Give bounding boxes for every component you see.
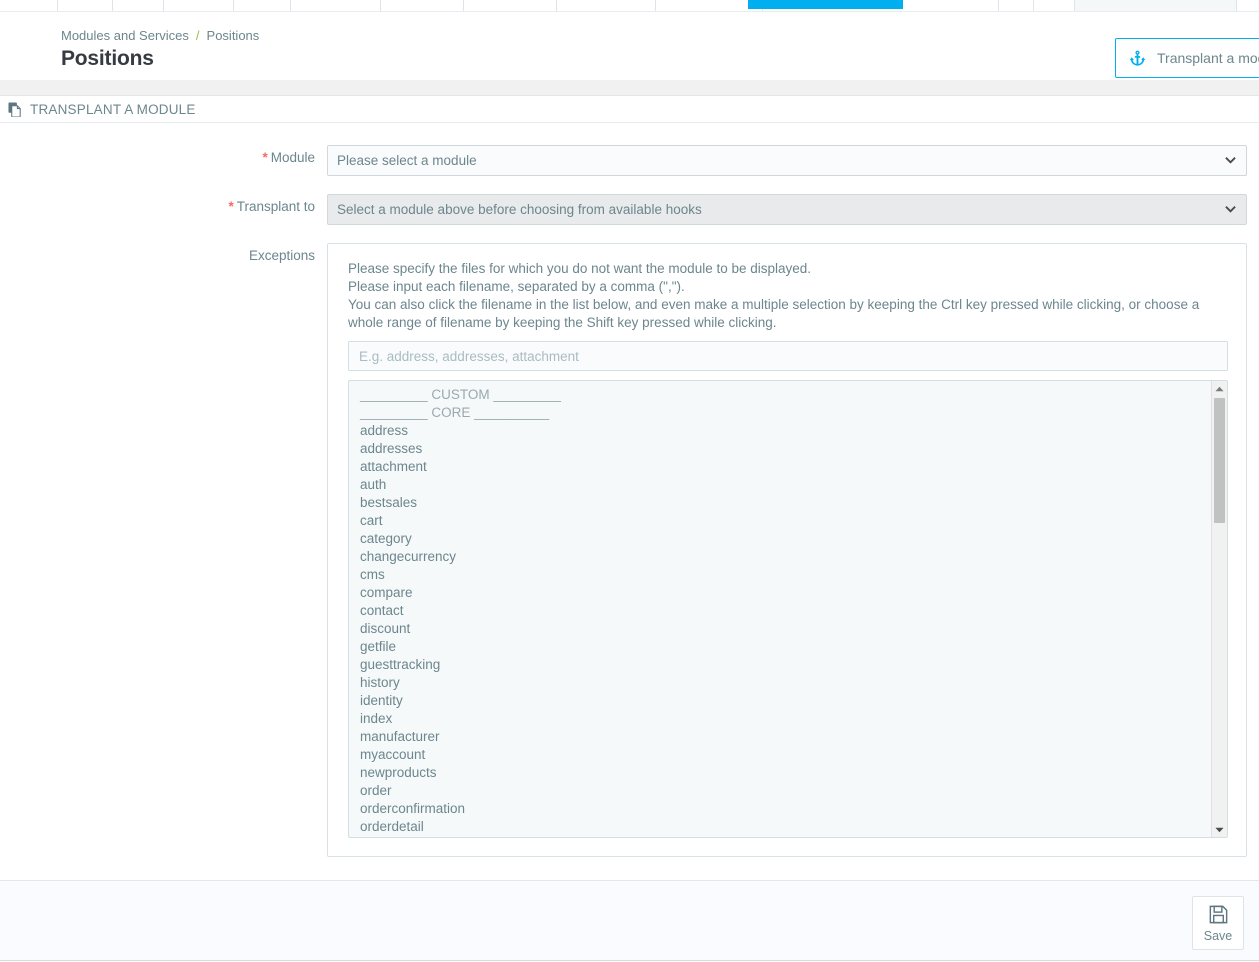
listbox-item[interactable]: newproducts — [360, 764, 1211, 782]
transplant-to-select[interactable]: Select a module above before choosing fr… — [327, 194, 1247, 225]
nav-divider — [233, 0, 234, 11]
listbox-item[interactable]: address — [360, 422, 1211, 440]
listbox-item[interactable]: cms — [360, 566, 1211, 584]
required-marker: * — [228, 199, 234, 214]
exceptions-description-line-1: Please specify the files for which you d… — [348, 261, 812, 276]
panel-header: TRANSPLANT A MODULE — [0, 96, 1259, 123]
transplant-button-label: Transplant a module — [1157, 50, 1259, 66]
transplant-to-label-text: Transplant to — [236, 199, 315, 214]
form-row-transplant-to: * Transplant to Select a module above bef… — [12, 194, 1247, 225]
panel-footer: Save — [0, 880, 1259, 961]
breadcrumb-parent-link[interactable]: Modules and Services — [61, 28, 189, 43]
listbox-item[interactable]: orderdetail — [360, 818, 1211, 836]
page-title: Positions — [61, 47, 154, 70]
listbox-item[interactable]: _________ CUSTOM _________ — [360, 386, 1211, 404]
listbox-item[interactable]: discount — [360, 620, 1211, 638]
transplant-a-module-button[interactable]: Transplant a module — [1115, 38, 1259, 78]
listbox-item[interactable]: order — [360, 782, 1211, 800]
exceptions-listbox[interactable]: _________ CUSTOM _________ _________ CORE… — [349, 381, 1211, 837]
panel-body: * Module Please select a module * Transp… — [0, 123, 1259, 883]
module-select[interactable]: Please select a module — [327, 145, 1247, 176]
exceptions-input[interactable] — [348, 341, 1228, 371]
nav-search-prefix[interactable] — [1033, 0, 1075, 11]
form-row-module: * Module Please select a module — [12, 145, 1247, 176]
listbox-item[interactable]: guesttracking — [360, 656, 1211, 674]
nav-divider — [57, 0, 58, 11]
listbox-item[interactable]: history — [360, 674, 1211, 692]
nav-active-tab-indicator[interactable] — [748, 0, 903, 9]
listbox-item[interactable]: orderfollow — [360, 836, 1211, 837]
listbox-item[interactable]: contact — [360, 602, 1211, 620]
listbox-item[interactable]: addresses — [360, 440, 1211, 458]
content-gap-band — [0, 80, 1259, 96]
transplant-to-field: Select a module above before choosing fr… — [327, 194, 1247, 225]
listbox-item[interactable]: _________ CORE __________ — [360, 404, 1211, 422]
scrollbar-thumb[interactable] — [1214, 398, 1225, 523]
exceptions-description-line-3: You can also click the filename in the l… — [348, 297, 1200, 330]
listbox-item[interactable]: identity — [360, 692, 1211, 710]
listbox-item[interactable]: auth — [360, 476, 1211, 494]
listbox-item[interactable]: bestsales — [360, 494, 1211, 512]
nav-divider — [380, 0, 381, 11]
listbox-item[interactable]: cart — [360, 512, 1211, 530]
breadcrumb: Modules and Services / Positions — [61, 28, 259, 43]
transplant-module-panel: TRANSPLANT A MODULE * Module Please selec… — [0, 96, 1259, 884]
save-button-label: Save — [1203, 929, 1233, 943]
listbox-item[interactable]: changecurrency — [360, 548, 1211, 566]
save-button[interactable]: Save — [1192, 896, 1244, 950]
nav-search-input[interactable] — [1074, 0, 1237, 11]
scroll-up-arrow-icon[interactable] — [1212, 381, 1227, 396]
anchor-icon — [1128, 49, 1147, 68]
exceptions-label: Exceptions — [248, 248, 315, 263]
nav-divider — [163, 0, 164, 11]
listbox-item[interactable]: compare — [360, 584, 1211, 602]
top-navigation-bar[interactable] — [0, 0, 1259, 12]
listbox-item[interactable]: category — [360, 530, 1211, 548]
listbox-item[interactable]: getfile — [360, 638, 1211, 656]
breadcrumb-separator: / — [195, 28, 200, 43]
listbox-item[interactable]: myaccount — [360, 746, 1211, 764]
exceptions-description-line-2: Please input each filename, separated by… — [348, 279, 685, 294]
panel-header-title: TRANSPLANT A MODULE — [30, 101, 196, 117]
listbox-item[interactable]: manufacturer — [360, 728, 1211, 746]
form-row-exceptions: Exceptions Please specify the files for … — [12, 243, 1247, 857]
nav-divider — [112, 0, 113, 11]
listbox-scrollbar[interactable] — [1211, 381, 1227, 837]
nav-divider — [463, 0, 464, 11]
exceptions-box: Please specify the files for which you d… — [327, 243, 1247, 857]
breadcrumb-current: Positions — [206, 28, 260, 43]
module-label-text: Module — [270, 150, 315, 165]
nav-divider — [556, 0, 557, 11]
module-label: * Module — [12, 145, 327, 165]
module-field: Please select a module — [327, 145, 1247, 176]
nav-divider — [655, 0, 656, 11]
listbox-item[interactable]: index — [360, 710, 1211, 728]
exceptions-field: Please specify the files for which you d… — [327, 243, 1247, 857]
required-marker: * — [262, 150, 268, 165]
copy-icon — [8, 101, 23, 118]
nav-divider — [998, 0, 999, 11]
listbox-item[interactable]: attachment — [360, 458, 1211, 476]
transplant-to-label: * Transplant to — [12, 194, 327, 214]
listbox-item[interactable]: orderconfirmation — [360, 800, 1211, 818]
exceptions-listbox-wrapper: _________ CUSTOM _________ _________ CORE… — [348, 380, 1228, 838]
page-header: Modules and Services / Positions Positions… — [0, 12, 1259, 80]
scroll-down-arrow-icon[interactable] — [1212, 822, 1227, 837]
floppy-disk-icon — [1207, 903, 1230, 926]
exceptions-description: Please specify the files for which you d… — [348, 260, 1228, 332]
nav-divider — [290, 0, 291, 11]
